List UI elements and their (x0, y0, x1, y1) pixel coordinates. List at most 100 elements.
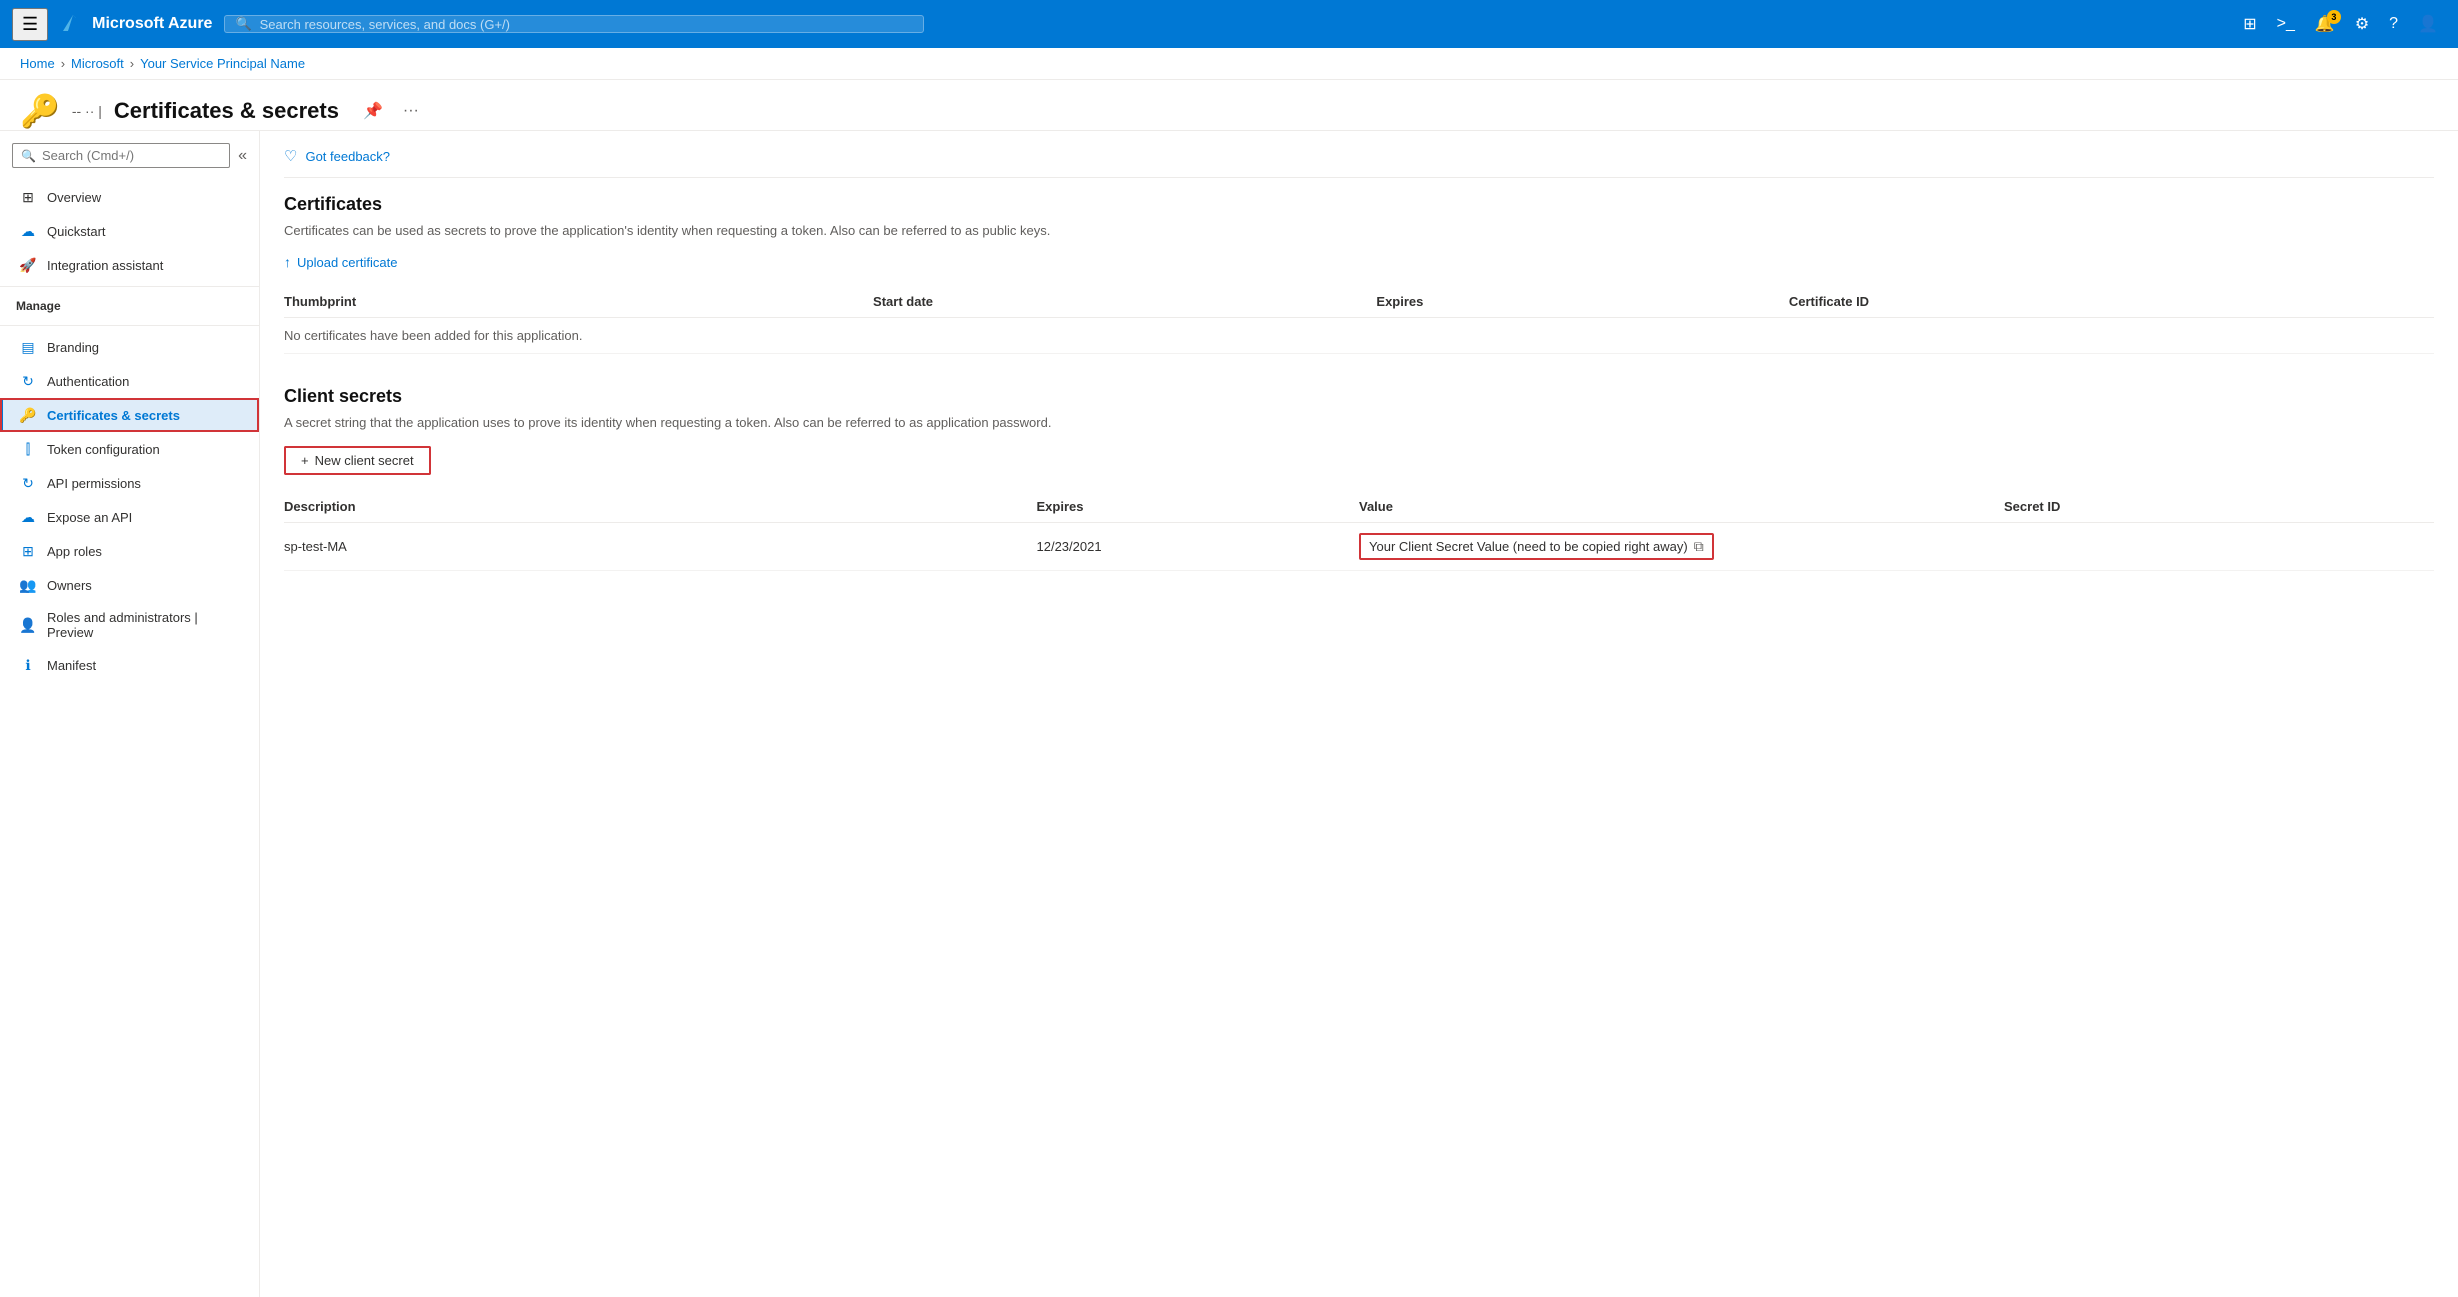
copy-secret-btn[interactable]: ⧉ (1694, 538, 1704, 555)
sidebar-item-token-configuration[interactable]: ⫿ Token configuration (0, 432, 259, 466)
new-client-secret-btn[interactable]: + New client secret (284, 446, 431, 475)
certificates-title: Certificates (284, 194, 2434, 215)
help-icon: ? (2389, 15, 2398, 32)
sidebar-item-certificates-secrets[interactable]: 🔑 Certificates & secrets (0, 398, 259, 432)
settings-btn[interactable]: ⚙ (2347, 8, 2377, 40)
integration-icon: 🚀 (19, 256, 37, 274)
sidebar-label-overview: Overview (47, 190, 101, 205)
hamburger-menu[interactable]: ☰ (12, 8, 48, 41)
manifest-icon: ℹ (19, 656, 37, 674)
secret-row-0-description: sp-test-MA (284, 523, 1037, 571)
page-header-icon: 🔑 (20, 92, 60, 130)
notifications-btn[interactable]: 🔔 3 (2307, 8, 2343, 40)
gear-icon: ⚙ (2355, 16, 2369, 33)
certificates-table: Thumbprint Start date Expires Certificat… (284, 286, 2434, 354)
breadcrumb-home[interactable]: Home (20, 56, 55, 71)
secret-row-0-value: Your Client Secret Value (need to be cop… (1359, 523, 2004, 571)
overview-icon: ⊞ (19, 188, 37, 206)
azure-logo-icon (60, 12, 84, 36)
page-title: Certificates & secrets (114, 98, 339, 124)
secret-row-0-expires: 12/23/2021 (1037, 523, 1360, 571)
sidebar-label-app-roles: App roles (47, 544, 102, 559)
sidebar-item-roles-administrators[interactable]: 👤 Roles and administrators | Preview (0, 602, 259, 648)
portal-icon-btn[interactable]: ⊞ (2235, 8, 2264, 40)
token-icon: ⫿ (19, 440, 37, 458)
sidebar-item-overview[interactable]: ⊞ Overview (0, 180, 259, 214)
plus-icon: + (301, 453, 309, 468)
breadcrumb-service-principal[interactable]: Your Service Principal Name (140, 56, 305, 71)
app-roles-icon: ⊞ (19, 542, 37, 560)
certificates-icon: 🔑 (19, 406, 37, 424)
sidebar-divider-2 (0, 325, 259, 326)
pin-button[interactable]: 📌 (359, 97, 387, 125)
api-icon: ↻ (19, 474, 37, 492)
sidebar-item-expose-an-api[interactable]: ☁ Expose an API (0, 500, 259, 534)
feedback-link[interactable]: Got feedback? (305, 149, 390, 164)
notification-badge: 3 (2327, 10, 2341, 24)
user-btn[interactable]: 👤 (2410, 8, 2446, 40)
help-btn[interactable]: ? (2381, 9, 2406, 39)
secret-row-0: sp-test-MA 12/23/2021 Your Client Secret… (284, 523, 2434, 571)
cert-col-expires: Expires (1376, 286, 1788, 318)
secret-col-value: Value (1359, 491, 2004, 523)
client-secrets-title: Client secrets (284, 386, 2434, 407)
sidebar-label-authentication: Authentication (47, 374, 129, 389)
secret-row-0-id (2004, 523, 2434, 571)
sidebar-item-owners[interactable]: 👥 Owners (0, 568, 259, 602)
sidebar-label-owners: Owners (47, 578, 92, 593)
sidebar-item-authentication[interactable]: ↻ Authentication (0, 364, 259, 398)
sidebar-manage-header: Manage (0, 291, 259, 321)
topbar-icons: ⊞ >_ 🔔 3 ⚙ ? 👤 (2235, 8, 2446, 40)
certificates-empty-message: No certificates have been added for this… (284, 318, 2434, 354)
sidebar-label-roles-administrators: Roles and administrators | Preview (47, 610, 243, 640)
upload-certificate-btn[interactable]: ↑ Upload certificate (284, 254, 397, 270)
sidebar-item-manifest[interactable]: ℹ Manifest (0, 648, 259, 682)
section-separator (284, 362, 2434, 386)
breadcrumb-sep-2: › (130, 56, 134, 71)
sidebar-search-box[interactable]: 🔍 (12, 143, 230, 168)
secret-col-description: Description (284, 491, 1037, 523)
sidebar-label-integration-assistant: Integration assistant (47, 258, 163, 273)
cloud-shell-icon: >_ (2277, 15, 2295, 32)
expose-api-icon: ☁ (19, 508, 37, 526)
secret-value-highlighted: Your Client Secret Value (need to be cop… (1359, 533, 1714, 560)
authentication-icon: ↻ (19, 372, 37, 390)
sidebar-item-api-permissions[interactable]: ↻ API permissions (0, 466, 259, 500)
sidebar-item-integration-assistant[interactable]: 🚀 Integration assistant (0, 248, 259, 282)
portal-icon: ⊞ (2243, 16, 2256, 33)
client-secrets-table: Description Expires Value Secret ID sp-t… (284, 491, 2434, 571)
search-bar[interactable]: 🔍 (224, 15, 924, 33)
breadcrumb-microsoft[interactable]: Microsoft (71, 56, 124, 71)
sidebar-search-input[interactable] (42, 148, 221, 163)
app-prefix: -- ·· | (72, 103, 102, 119)
page-header: 🔑 -- ·· | Certificates & secrets 📌 ··· (0, 80, 2458, 131)
secret-col-secret-id: Secret ID (2004, 491, 2434, 523)
cert-col-certificate-id: Certificate ID (1789, 286, 2434, 318)
upload-btn-label: Upload certificate (297, 255, 397, 270)
sidebar-item-branding[interactable]: ▤ Branding (0, 330, 259, 364)
sidebar-collapse-btn[interactable]: « (238, 147, 247, 165)
cert-col-start-date: Start date (873, 286, 1376, 318)
content-area: ♡ Got feedback? Certificates Certificate… (260, 131, 2458, 1297)
client-secrets-description: A secret string that the application use… (284, 415, 2434, 430)
cert-col-thumbprint: Thumbprint (284, 286, 873, 318)
breadcrumb: Home › Microsoft › Your Service Principa… (0, 48, 2458, 80)
sidebar-label-quickstart: Quickstart (47, 224, 106, 239)
sidebar-label-manifest: Manifest (47, 658, 96, 673)
more-options-button[interactable]: ··· (399, 98, 423, 124)
user-icon: 👤 (2418, 16, 2438, 33)
sidebar-item-app-roles[interactable]: ⊞ App roles (0, 534, 259, 568)
cloud-shell-btn[interactable]: >_ (2269, 9, 2303, 39)
search-input[interactable] (260, 17, 914, 32)
sidebar-label-certificates-secrets: Certificates & secrets (47, 408, 180, 423)
sidebar: 🔍 « ⊞ Overview ☁ Quickstart 🚀 Integratio… (0, 131, 260, 1297)
sidebar-item-quickstart[interactable]: ☁ Quickstart (0, 214, 259, 248)
sidebar-search-icon: 🔍 (21, 149, 36, 163)
upload-icon: ↑ (284, 254, 291, 270)
sidebar-divider-1 (0, 286, 259, 287)
feedback-bar: ♡ Got feedback? (284, 147, 2434, 178)
new-secret-btn-label: New client secret (315, 453, 414, 468)
certificates-empty-row: No certificates have been added for this… (284, 318, 2434, 354)
page-header-actions: 📌 ··· (359, 97, 423, 125)
secret-value-text: Your Client Secret Value (need to be cop… (1369, 539, 1688, 554)
